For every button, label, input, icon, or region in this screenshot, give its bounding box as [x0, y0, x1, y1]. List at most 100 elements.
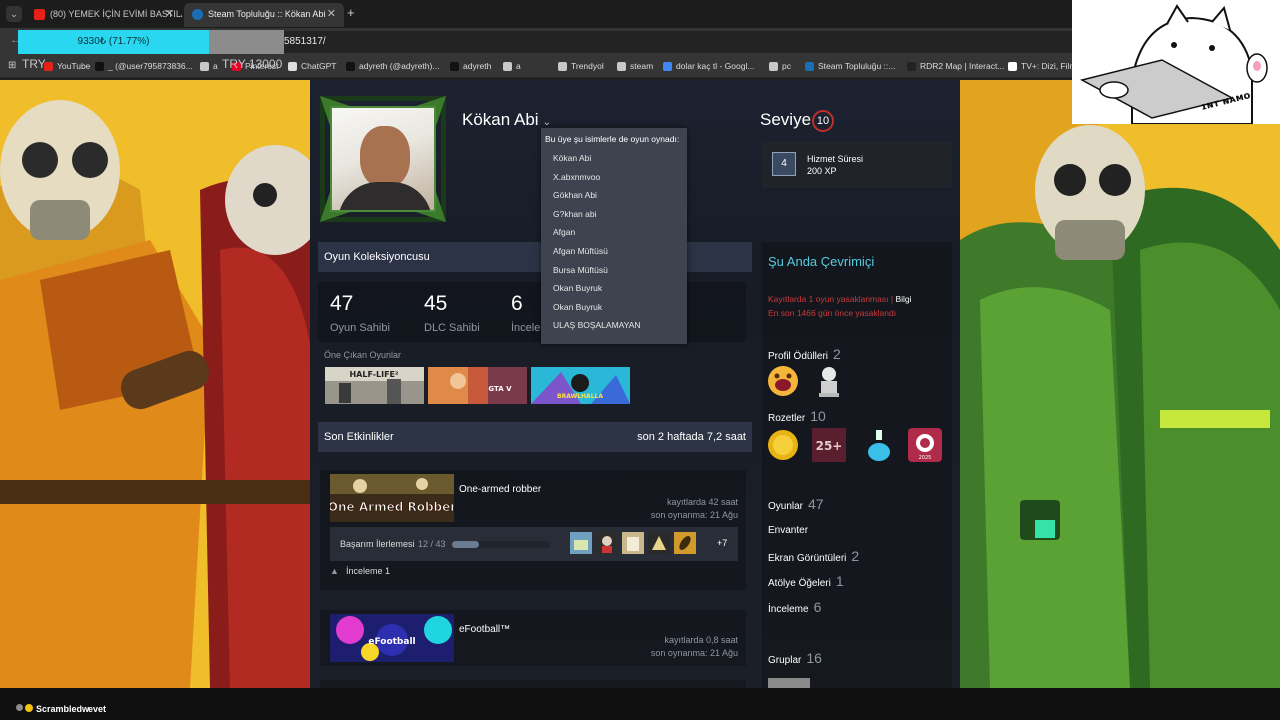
review-link[interactable]: ▲ İnceleme 1: [330, 566, 390, 576]
alias-history-title: Bu üye şu isimlerle de oyun oynadı:: [545, 134, 680, 144]
bookmark-item[interactable]: adyreth: [450, 60, 491, 73]
achievement-progress-fill: [452, 541, 480, 548]
avatar[interactable]: [330, 106, 436, 212]
reviews-link[interactable]: İnceleme 6: [768, 599, 821, 615]
workshop-link[interactable]: Atölye Öğeleri 1: [768, 573, 844, 589]
bookmark-label: a: [213, 61, 218, 71]
tab-title: Steam Topluluğu :: Kökan Abi: [208, 9, 326, 19]
chat-badge-icon: [16, 704, 23, 711]
stat-dlc-label: DLC Sahibi: [424, 322, 480, 334]
bookmark-icon: [503, 62, 512, 71]
bookmark-item[interactable]: Trendyol: [558, 60, 604, 73]
years-badge-icon[interactable]: 25+: [812, 428, 846, 462]
games-link[interactable]: Oyunlar 47: [768, 496, 824, 512]
avatar-face: [360, 126, 410, 188]
url-text: 5851317/: [284, 36, 326, 47]
activity-game-card-partial: [320, 680, 746, 688]
url-field[interactable]: 5851317/: [210, 31, 1110, 53]
bookmark-item[interactable]: adyreth (@adyreth)...: [346, 60, 439, 73]
badges-link[interactable]: Rozetler 10: [768, 408, 826, 424]
awards-label: Profil Ödülleri: [768, 351, 829, 362]
ban-info-link[interactable]: Bilgi: [895, 294, 911, 304]
laughing-emoji-award-icon[interactable]: [766, 364, 800, 398]
achievement-icon[interactable]: [674, 532, 696, 554]
new-tab-button[interactable]: +: [347, 5, 355, 20]
level-badge: 10: [812, 110, 834, 132]
ban-text: Kayıtlarda 1 oyun yasaklanması |: [768, 294, 894, 304]
groups-link[interactable]: Gruplar 16: [768, 650, 822, 666]
stat-reviews-value: 6: [511, 292, 523, 315]
alias-item: ULAŞ BOŞALAMAYAN: [553, 320, 641, 331]
coin-badge-icon[interactable]: [766, 428, 800, 462]
achievement-icon[interactable]: [622, 532, 644, 554]
background-art-right: [960, 80, 1280, 688]
bookmark-icon: [558, 62, 567, 71]
reviews-count: 6: [813, 599, 822, 615]
featured-game-half-life[interactable]: HALF-LIFE²: [325, 367, 424, 404]
bookmark-item[interactable]: pc: [769, 60, 791, 73]
game-capsule-one-armed-robber[interactable]: One Armed Robber: [330, 474, 454, 522]
review-text: İnceleme 1: [346, 566, 391, 576]
bookmark-label: YouTube: [57, 61, 91, 71]
progress-goal-label: TRY 13000: [222, 57, 283, 71]
inventory-link[interactable]: Envanter: [768, 525, 808, 536]
statue-award-icon[interactable]: [812, 364, 846, 398]
bookmark-label: a: [516, 61, 521, 71]
bookmark-item[interactable]: Steam Topluluğu ::...: [805, 60, 895, 73]
tab-steam-profile[interactable]: Steam Topluluğu :: Kökan Abi ✕: [184, 3, 344, 27]
profile-panel: Kökan Abi ⌄ Seviye 10 4 Hizmet Süresi 200…: [310, 80, 960, 688]
xp-badge-box[interactable]: 4 Hizmet Süresi 200 XP: [762, 142, 952, 188]
potion-badge-icon[interactable]: [862, 428, 896, 462]
featured-game-brawlhalla-title: BRAWLHALLA: [557, 393, 603, 400]
level-label: Seviye: [760, 110, 812, 129]
steam-2025-badge-icon[interactable]: 2025: [908, 428, 942, 462]
game-capsule-efootball[interactable]: eFootball: [330, 614, 454, 662]
achievement-icon[interactable]: [596, 532, 618, 554]
bookmark-item[interactable]: a: [503, 60, 521, 73]
tab-search-button[interactable]: ⌄: [6, 6, 22, 22]
game-last-played: son oynanma: 21 Ağu: [650, 648, 738, 658]
bookmark-item[interactable]: RDR2 Map | Interact...: [907, 60, 1004, 73]
progress-start-label: TRY: [22, 57, 46, 71]
bookmark-label: _ (@user795873836...: [108, 61, 193, 71]
tab-title: (80) YEMEK İÇİN EVİMİ BASTILAR: [50, 9, 182, 19]
bookmark-item[interactable]: YouTube: [44, 60, 90, 73]
screenshots-link[interactable]: Ekran Görüntüleri 2: [768, 548, 859, 564]
tab-youtube[interactable]: (80) YEMEK İÇİN EVİMİ BASTILAR ✕: [26, 3, 182, 27]
achievement-progress-row[interactable]: Başarım İlerlemesi 12 / 43 +7: [330, 527, 738, 561]
close-icon[interactable]: ✕: [165, 3, 174, 25]
group-avatar[interactable]: [768, 678, 810, 688]
achievement-icon[interactable]: [648, 532, 670, 554]
apps-icon[interactable]: ⊞: [8, 60, 16, 71]
bookmark-icon: [805, 62, 814, 71]
bookmark-item[interactable]: TV+: Dizi, Film: [1008, 60, 1077, 73]
workshop-label: Atölye Öğeleri: [768, 578, 831, 589]
bookmark-item[interactable]: a: [200, 60, 218, 73]
featured-game-gta-v[interactable]: GTA V: [428, 367, 527, 404]
game-hours: kayıtlarda 0,8 saat: [664, 635, 738, 645]
bookmark-item[interactable]: ChatGPT: [288, 60, 336, 73]
achievement-count: 12 / 43: [418, 539, 446, 549]
close-icon[interactable]: ✕: [327, 3, 336, 25]
achievement-icon[interactable]: [570, 532, 592, 554]
chat-username: Scrambledw: [36, 704, 90, 714]
achievement-label: Başarım İlerlemesi: [340, 539, 415, 549]
achievement-more[interactable]: +7: [717, 538, 727, 548]
bookmark-item[interactable]: steam: [617, 60, 653, 73]
game-name[interactable]: One-armed robber: [459, 484, 541, 495]
profile-awards-link[interactable]: Profil Ödülleri 2: [768, 346, 841, 362]
game-name[interactable]: eFootball™: [459, 624, 510, 635]
featured-game-brawlhalla[interactable]: BRAWLHALLA: [531, 367, 630, 404]
bookmark-item[interactable]: dolar kaç tl - Googl...: [663, 60, 754, 73]
profile-name[interactable]: Kökan Abi ⌄: [462, 110, 551, 130]
stat-dlc-value: 45: [424, 292, 448, 315]
bookmark-label: Steam Topluluğu ::...: [818, 61, 896, 71]
chat-emote-icon: [25, 704, 33, 712]
bookmark-item[interactable]: _ (@user795873836...: [95, 60, 193, 73]
donation-progress-text: 9330₺ (71.77%): [77, 36, 150, 47]
chevron-down-icon[interactable]: ⌄: [543, 117, 551, 128]
alias-item: Kökan Abi: [553, 153, 592, 163]
recent-activity-title: Son Etkinlikler: [324, 431, 394, 443]
badges-label: Rozetler: [768, 413, 806, 424]
bookmark-label: RDR2 Map | Interact...: [920, 61, 1005, 71]
